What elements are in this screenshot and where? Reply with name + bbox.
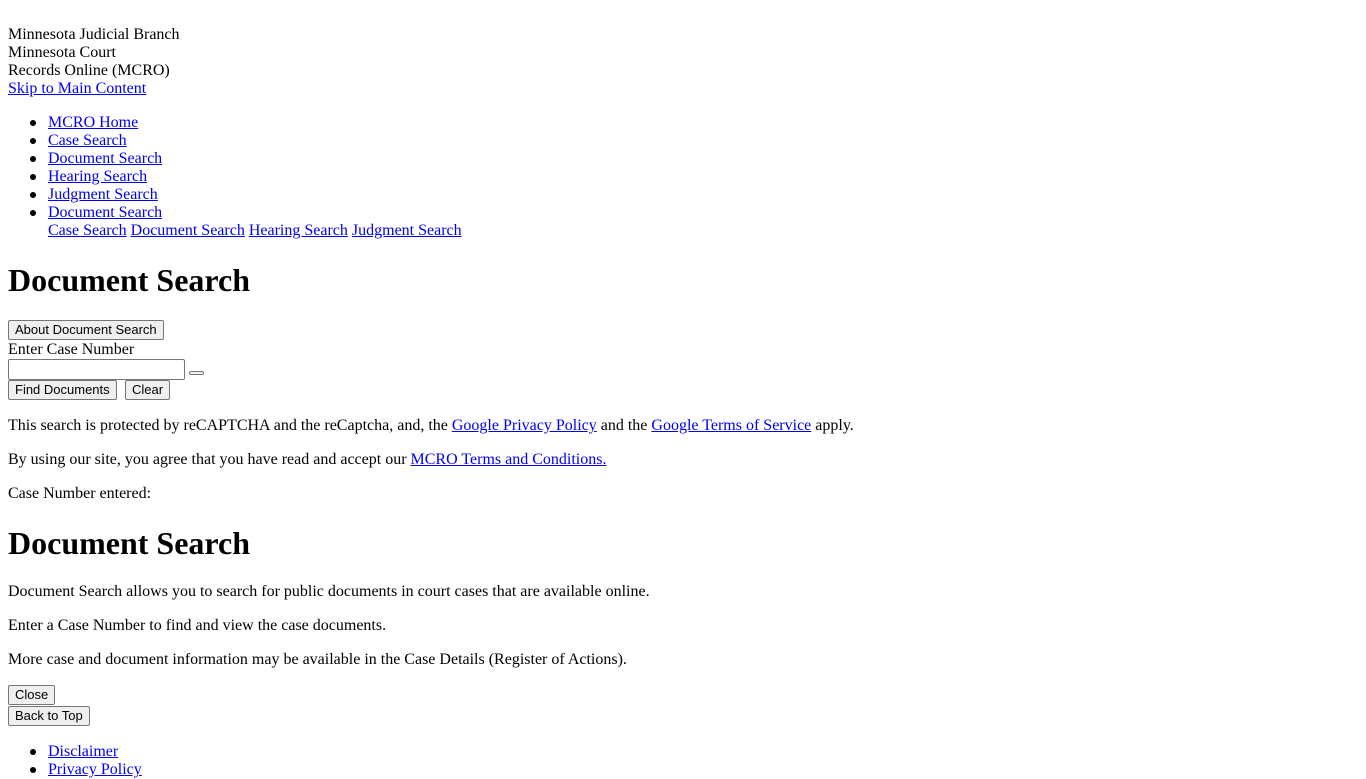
case-number-input[interactable] [8, 359, 185, 380]
bullet-icon [30, 749, 36, 755]
submenu-case-search[interactable]: Case Search [48, 222, 127, 239]
recaptcha-text-before: This search is protected by reCAPTCHA an… [8, 417, 448, 434]
bullet-icon [30, 138, 36, 144]
mcro-terms-link[interactable]: MCRO Terms and Conditions. [411, 451, 607, 468]
google-terms-link[interactable]: Google Terms of Service [651, 417, 811, 434]
terms-agreement: By using our site, you agree that you ha… [8, 451, 606, 469]
recaptcha-text-middle: and the [600, 417, 648, 434]
nav-document-search[interactable]: Document Search [48, 150, 162, 168]
site-name-line2: Records Online (MCRO) [8, 62, 170, 79]
skip-to-main-link[interactable]: Skip to Main Content [8, 80, 146, 98]
back-to-top-button[interactable]: Back to Top [8, 706, 90, 726]
branch-name: Minnesota Judicial Branch [8, 26, 180, 43]
bullet-icon [30, 120, 36, 126]
submenu-hearing-search[interactable]: Hearing Search [249, 222, 348, 239]
page: Minnesota Judicial Branch Minnesota Cour… [0, 0, 1366, 778]
about-paragraph-3: More case and document information may b… [8, 651, 627, 668]
site-name-line1: Minnesota Court [8, 44, 116, 61]
agreement-text: By using our site, you agree that you ha… [8, 451, 407, 468]
case-number-entered: Case Number entered: [8, 485, 152, 502]
case-number-submit-button[interactable] [189, 371, 204, 375]
page-title: Document Search [8, 262, 251, 298]
nav-judgment-search[interactable]: Judgment Search [48, 186, 158, 204]
recaptcha-notice: This search is protected by reCAPTCHA an… [8, 417, 854, 435]
bullet-icon [30, 156, 36, 162]
footer-disclaimer-link[interactable]: Disclaimer [48, 743, 118, 761]
nav-case-search[interactable]: Case Search [48, 132, 127, 150]
nav-submenu: Case Search Document Search Hearing Sear… [48, 222, 462, 240]
about-document-search-button[interactable]: About Document Search [8, 320, 164, 340]
bullet-icon [30, 174, 36, 180]
find-documents-button[interactable]: Find Documents [8, 380, 117, 400]
bullet-icon [30, 210, 36, 216]
nav-mcro-home[interactable]: MCRO Home [48, 114, 138, 132]
submenu-document-search[interactable]: Document Search [131, 222, 245, 239]
clear-button[interactable]: Clear [125, 380, 171, 400]
nav-hearing-search[interactable]: Hearing Search [48, 168, 147, 186]
nav-document-search-menu[interactable]: Document Search [48, 204, 162, 222]
about-paragraph-2: Enter a Case Number to find and view the… [8, 617, 387, 634]
about-paragraph-1: Document Search allows you to search for… [8, 583, 650, 600]
google-privacy-policy-link[interactable]: Google Privacy Policy [452, 417, 597, 434]
close-button[interactable]: Close [8, 685, 56, 705]
case-number-label: Enter Case Number [8, 341, 135, 358]
bullet-icon [30, 192, 36, 198]
about-title: Document Search [8, 525, 251, 561]
recaptcha-text-after: apply. [815, 417, 854, 434]
footer-privacy-policy-link[interactable]: Privacy Policy [48, 761, 142, 779]
submenu-judgment-search[interactable]: Judgment Search [352, 222, 462, 239]
